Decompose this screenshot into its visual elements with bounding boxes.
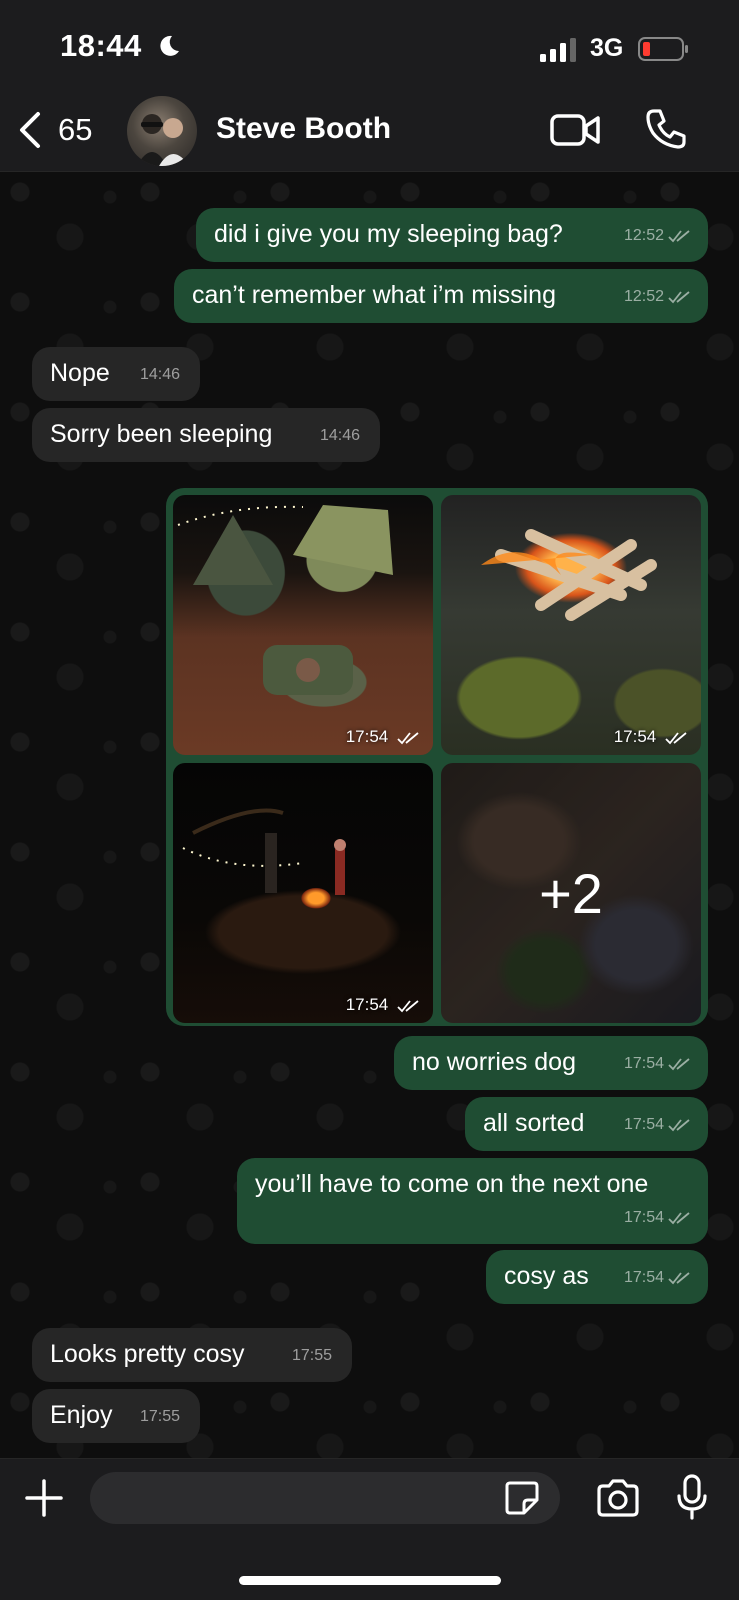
microphone-icon[interactable]: [676, 1474, 708, 1520]
message-bubble[interactable]: can’t remember what i’m missing 12:52: [174, 269, 708, 323]
message-time: 17:54: [623, 1116, 664, 1133]
sticker-icon[interactable]: [504, 1480, 540, 1516]
photo-time-text: 17:54: [345, 727, 389, 746]
message-time: 17:54: [623, 1055, 664, 1072]
double-check-icon: [668, 230, 690, 243]
message-bubble[interactable]: Enjoy 17:55: [32, 1389, 200, 1443]
home-indicator: [239, 1576, 501, 1585]
back-chevron-icon[interactable]: [16, 110, 44, 150]
status-time: 18:44: [60, 28, 142, 63]
message-meta: 17:54: [624, 1109, 690, 1141]
battery-icon: [638, 37, 688, 61]
photo-more[interactable]: +2: [441, 763, 701, 1023]
contact-name[interactable]: Steve Booth: [216, 112, 391, 146]
message-meta: 17:54: [624, 1202, 690, 1234]
photo-time-text: 17:54: [613, 727, 657, 746]
message-text: cosy as: [504, 1262, 589, 1290]
double-check-icon: [397, 731, 419, 744]
double-check-icon: [668, 1212, 690, 1225]
message-text: Enjoy: [50, 1401, 113, 1429]
photo-time: 17:54: [614, 727, 687, 747]
message-text: all sorted: [483, 1109, 585, 1137]
unread-count[interactable]: 65: [58, 112, 92, 148]
message-text: Looks pretty cosy: [50, 1340, 245, 1368]
message-text: Sorry been sleeping: [50, 420, 273, 448]
phone-icon[interactable]: [645, 108, 687, 150]
double-check-icon: [668, 1058, 690, 1071]
message-bubble[interactable]: no worries dog 17:54: [394, 1036, 708, 1090]
double-check-icon: [668, 1272, 690, 1285]
message-text: Nope: [50, 359, 110, 387]
message-time: 14:46: [139, 366, 180, 383]
video-call-icon[interactable]: [550, 110, 602, 150]
message-text: no worries dog: [412, 1048, 576, 1076]
double-check-icon: [665, 731, 687, 744]
message-text: you’ll have to come on the next one: [255, 1170, 649, 1198]
message-bubble[interactable]: all sorted 17:54: [465, 1097, 708, 1151]
photo-time: 17:54: [346, 727, 419, 747]
firewood: [481, 529, 657, 621]
night-scene: [182, 808, 346, 895]
string-lights: [177, 505, 393, 695]
photo-time-text: 17:54: [345, 995, 389, 1014]
message-meta: 17:54: [624, 1048, 690, 1080]
message-time: 17:55: [139, 1408, 180, 1425]
photo-night-camp[interactable]: 17:54: [173, 763, 433, 1023]
message-bubble[interactable]: Looks pretty cosy 17:55: [32, 1328, 352, 1382]
moon-icon: [160, 35, 179, 56]
message-time: 12:52: [623, 227, 664, 244]
signal-icon: [540, 38, 576, 62]
network-type: 3G: [590, 34, 624, 62]
message-input[interactable]: [90, 1472, 560, 1524]
message-time: 17:55: [291, 1347, 332, 1364]
message-bubble[interactable]: you’ll have to come on the next one 17:5…: [237, 1158, 708, 1244]
camera-icon[interactable]: [595, 1478, 641, 1518]
message-meta: 17:54: [624, 1262, 690, 1294]
avatar[interactable]: [127, 96, 197, 166]
photo-gallery[interactable]: 17:54 17:54 17:54 +2: [166, 488, 708, 1026]
photo-campfire[interactable]: 17:54: [441, 495, 701, 755]
message-time: 14:46: [319, 427, 360, 444]
double-check-icon: [397, 999, 419, 1012]
message-meta: 12:52: [624, 220, 690, 252]
message-bubble[interactable]: Sorry been sleeping 14:46: [32, 408, 380, 462]
message-bubble[interactable]: did i give you my sleeping bag? 12:52: [196, 208, 708, 262]
message-bubble[interactable]: Nope 14:46: [32, 347, 200, 401]
plus-icon[interactable]: [24, 1478, 64, 1518]
message-text: can’t remember what i’m missing: [192, 281, 556, 309]
double-check-icon: [668, 1119, 690, 1132]
more-photos-count: +2: [441, 763, 701, 1023]
message-time: 17:54: [623, 1269, 664, 1286]
message-bubble[interactable]: cosy as 17:54: [486, 1250, 708, 1304]
message-meta: 12:52: [624, 281, 690, 313]
message-text: did i give you my sleeping bag?: [214, 220, 563, 248]
photo-time: 17:54: [346, 995, 419, 1015]
double-check-icon: [668, 291, 690, 304]
photo-tents[interactable]: 17:54: [173, 495, 433, 755]
message-time: 12:52: [623, 288, 664, 305]
message-time: 17:54: [623, 1209, 664, 1226]
